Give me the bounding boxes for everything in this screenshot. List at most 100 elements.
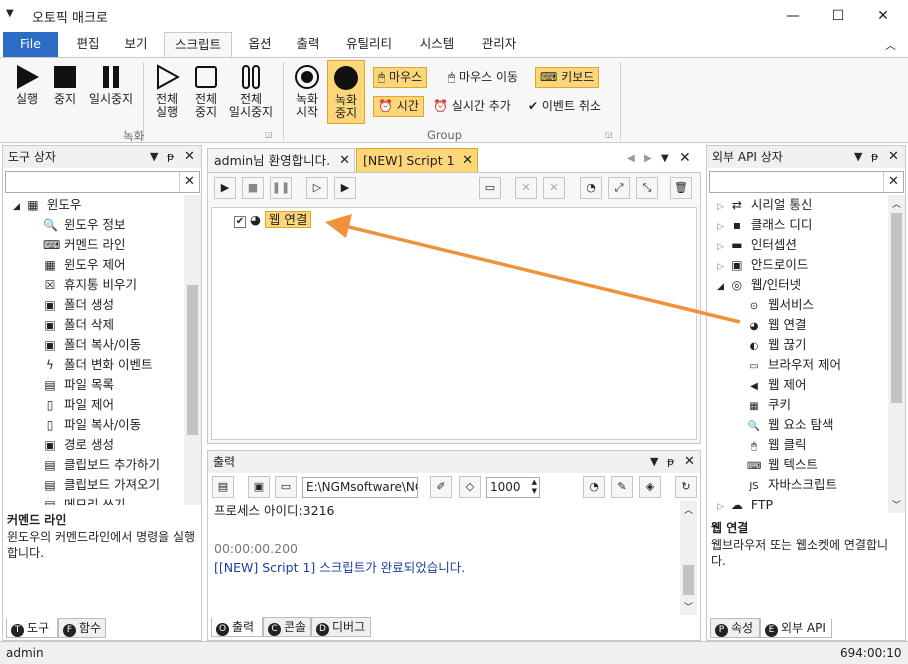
- tab-script1[interactable]: [NEW] Script 1 ✕: [356, 148, 478, 172]
- mouse-move-toggle[interactable]: 🖱 마우스 이동: [443, 67, 523, 88]
- output-fill-button[interactable]: ◈: [639, 476, 661, 498]
- api-scrollbar[interactable]: ︿ ﹀: [888, 195, 905, 513]
- api-item[interactable]: ◕ 웹 연결: [747, 315, 807, 335]
- toolbox-scrollbar[interactable]: [184, 195, 201, 505]
- pause-button[interactable]: 일시중지: [86, 64, 136, 106]
- event-cancel-button[interactable]: ✔ 이벤트 취소: [523, 96, 606, 117]
- panel-close-icon-3[interactable]: ✕: [888, 146, 899, 168]
- editor-pause-button[interactable]: ❚❚: [270, 177, 292, 199]
- maximize-button[interactable]: ☐: [815, 0, 861, 32]
- scroll-up-icon-2[interactable]: ︿: [892, 197, 901, 210]
- editor-play-button[interactable]: ▶: [214, 177, 236, 199]
- tab-utility[interactable]: 유틸리티: [336, 32, 402, 57]
- realtime-add-toggle[interactable]: ⏰ 실시간 추가: [428, 96, 516, 117]
- panel-menu-icon-2[interactable]: ▼: [650, 451, 658, 473]
- scroll-down-icon[interactable]: ﹀: [684, 600, 693, 613]
- toolbox-item[interactable]: ▤ 클립보드 가져오기: [43, 475, 160, 495]
- api-search-input[interactable]: ✕: [709, 171, 904, 193]
- tab-list-icon[interactable]: ▼: [661, 153, 669, 164]
- tab-file[interactable]: File: [3, 32, 58, 57]
- spinner-arrows-icon[interactable]: ▲ ▼: [532, 478, 537, 496]
- api-item[interactable]: ⌨ 웹 텍스트: [747, 455, 818, 475]
- toolbox-item[interactable]: ▣ 폴더 삭제: [43, 315, 114, 335]
- clear-search-icon[interactable]: ✕: [179, 172, 199, 192]
- tab-edit[interactable]: 편집: [66, 32, 110, 57]
- tab-system[interactable]: 시스템: [408, 32, 466, 57]
- output-scroll-thumb[interactable]: [683, 565, 694, 595]
- api-item[interactable]: 🖱 웹 클릭: [747, 435, 806, 455]
- editor-close-icon[interactable]: ✕: [679, 150, 691, 166]
- api-scroll-thumb[interactable]: [891, 213, 902, 403]
- toolbox-item[interactable]: 🔍 윈도우 정보: [43, 215, 125, 235]
- toolbox-item[interactable]: ▤ 파일 목록: [43, 375, 114, 395]
- panel-menu-icon-3[interactable]: ▼: [854, 146, 862, 168]
- panel-close-icon-2[interactable]: ✕: [684, 451, 695, 473]
- api-category[interactable]: ▷ ▪ 클래스 디디: [717, 215, 812, 235]
- toolbox-item[interactable]: ▦ 윈도우 제어: [43, 255, 125, 275]
- tab-properties[interactable]: P 속성: [710, 618, 760, 638]
- api-item[interactable]: ⊙ 웹서비스: [747, 295, 814, 315]
- editor-stop-button[interactable]: ■: [242, 177, 264, 199]
- script-canvas[interactable]: ✔ ◕ 웹 연결: [211, 207, 697, 440]
- group-launcher-icon-2[interactable]: ◲: [605, 130, 613, 139]
- api-category[interactable]: ▷ ▬ 인터셉션: [717, 235, 797, 255]
- run-button[interactable]: 실행: [12, 64, 42, 106]
- tree-category-ftp[interactable]: ▷ ☁ FTP: [717, 495, 773, 513]
- group-launcher-icon[interactable]: ◲: [265, 130, 273, 139]
- pin-icon-2[interactable]: ᵽ: [667, 451, 674, 473]
- toolbox-item[interactable]: ▤ 메모리 쓰기: [43, 495, 125, 505]
- tree-category-web[interactable]: ◢ ◎ 웹/인터넷: [717, 275, 801, 295]
- output-clock-button[interactable]: ◔: [583, 476, 605, 498]
- scroll-up-icon[interactable]: ︿: [684, 503, 693, 516]
- collapsed-arrow-icon[interactable]: ▷: [717, 222, 724, 232]
- run-all-button[interactable]: 전체 실행: [150, 64, 184, 119]
- api-item[interactable]: 🔍 웹 요소 탐색: [747, 415, 834, 435]
- output-scrollbar[interactable]: ︿ ﹀: [680, 501, 697, 615]
- tab-view[interactable]: 보기: [114, 32, 158, 57]
- scroll-down-icon-2[interactable]: ﹀: [892, 498, 901, 511]
- pause-all-button[interactable]: 전체 일시중지: [226, 64, 276, 119]
- toolbox-item[interactable]: ▯ 파일 복사/이동: [43, 415, 142, 435]
- output-open-folder-button[interactable]: ▭: [275, 476, 297, 498]
- tab-console[interactable]: C 콘솔: [263, 617, 311, 637]
- pin-icon[interactable]: ᵽ: [167, 146, 174, 168]
- tab-welcome[interactable]: admin님 환영합니다. ✕: [207, 148, 355, 172]
- collapsed-arrow-icon[interactable]: ▷: [717, 262, 724, 272]
- stop-all-button[interactable]: 전체 중지: [189, 64, 223, 119]
- output-save-button[interactable]: ▣: [248, 476, 270, 498]
- record-stop-button[interactable]: 녹화 중지: [327, 60, 365, 124]
- editor-image-button[interactable]: ▭: [479, 177, 501, 199]
- api-category[interactable]: ▷ ⇄ 시리얼 통신: [717, 195, 812, 215]
- output-eraser-button[interactable]: ◇: [459, 476, 481, 498]
- stop-button[interactable]: 중지: [50, 64, 80, 106]
- toolbox-search-input[interactable]: ✕: [5, 171, 200, 193]
- tab-close-icon[interactable]: ✕: [339, 149, 350, 172]
- toolbox-item[interactable]: ☒ 휴지통 비우기: [43, 275, 137, 295]
- collapsed-arrow-icon[interactable]: ▷: [717, 242, 724, 252]
- tab-output[interactable]: 출력: [286, 32, 330, 57]
- pin-icon-3[interactable]: ᵽ: [871, 146, 878, 168]
- editor-delete-all-button[interactable]: ✕: [543, 177, 565, 199]
- tab-functions[interactable]: F 함수: [58, 618, 106, 638]
- toolbox-item[interactable]: ϟ 폴더 변화 이벤트: [43, 355, 152, 375]
- editor-collapse-button[interactable]: ⤡: [636, 177, 658, 199]
- system-menu-icon[interactable]: ▼: [6, 8, 14, 19]
- clear-search-icon-2[interactable]: ✕: [883, 172, 903, 192]
- tab-admin[interactable]: 관리자: [470, 32, 528, 57]
- editor-expand-button[interactable]: ⤢: [608, 177, 630, 199]
- expand-arrow-icon-2[interactable]: ◢: [717, 282, 724, 292]
- api-item[interactable]: ◐ 웹 끊기: [747, 335, 807, 355]
- tab-debug[interactable]: D 디버그: [311, 617, 371, 637]
- editor-run-to-button[interactable]: ▶: [334, 177, 356, 199]
- toolbox-item[interactable]: ⌨ 커멘드 라인: [43, 235, 125, 255]
- script-node-web-connect[interactable]: ✔ ◕ 웹 연결: [234, 211, 312, 231]
- mouse-toggle[interactable]: 🖱 마우스: [373, 67, 428, 88]
- api-item[interactable]: JS 자바스크립트: [747, 475, 837, 495]
- collapsed-arrow-icon[interactable]: ▷: [717, 502, 724, 512]
- api-item[interactable]: ◀ 웹 제어: [747, 375, 806, 395]
- output-clear-button[interactable]: ✐: [430, 476, 452, 498]
- time-toggle[interactable]: ⏰ 시간: [373, 96, 424, 117]
- api-category[interactable]: ▷ ▣ 안드로이드: [717, 255, 808, 275]
- tab-close-icon-2[interactable]: ✕: [462, 149, 473, 172]
- editor-trash-button[interactable]: 🗑: [670, 177, 692, 199]
